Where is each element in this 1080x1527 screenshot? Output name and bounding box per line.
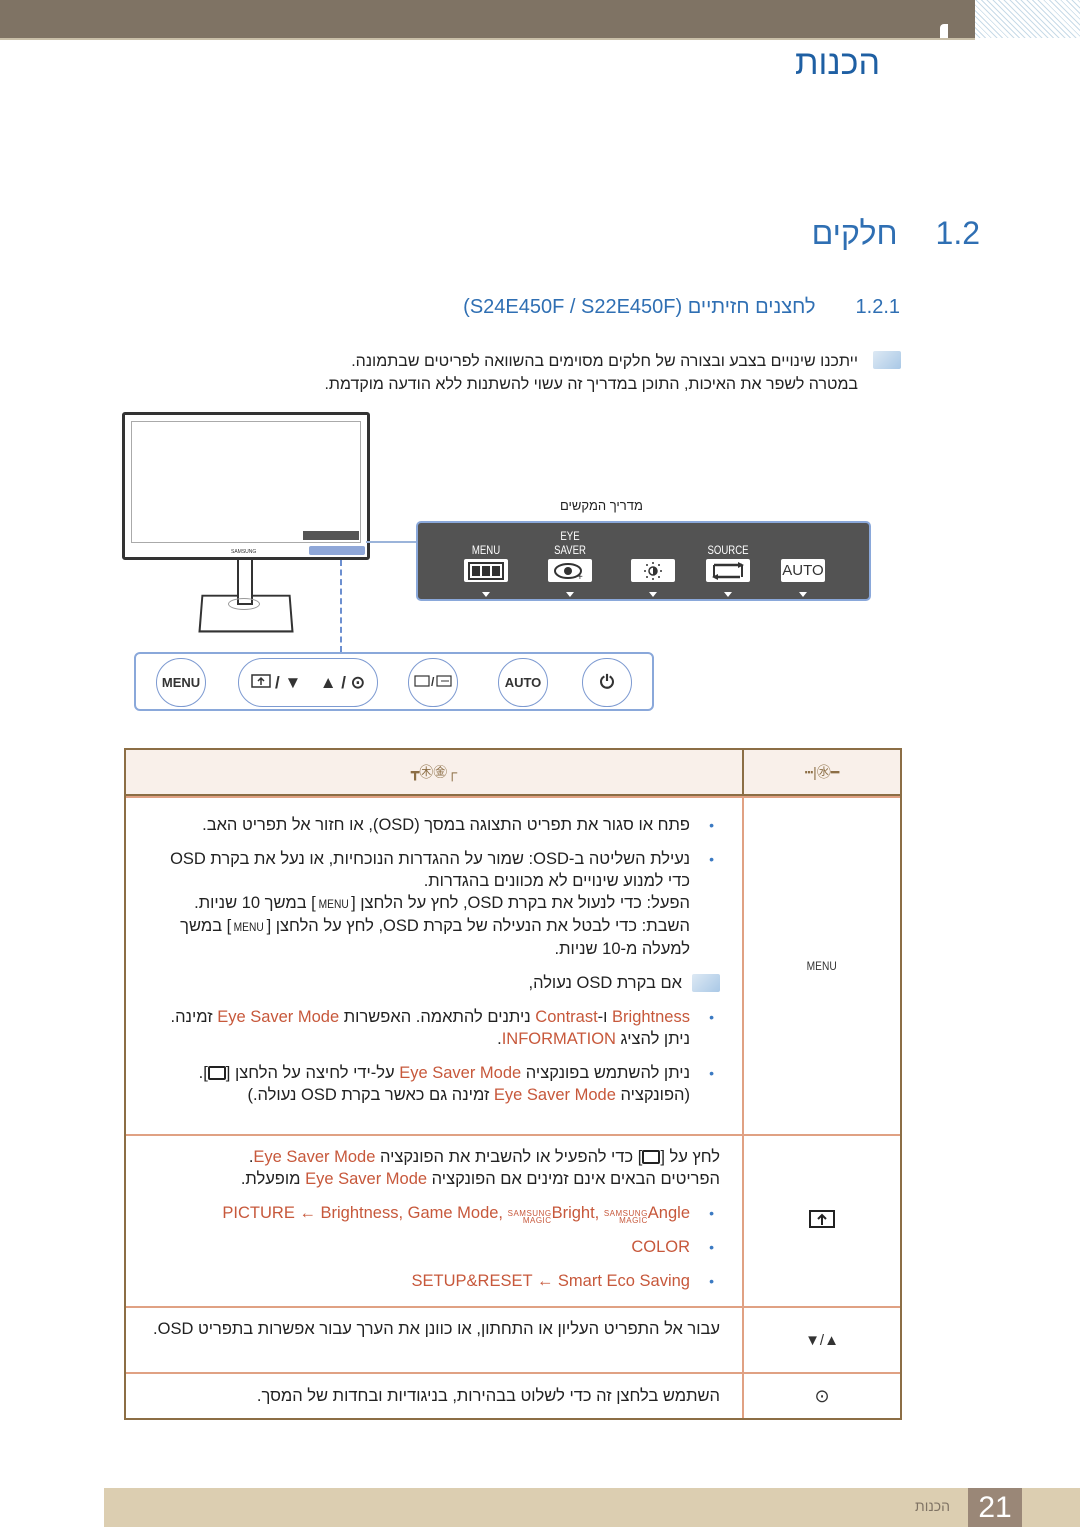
down-arrow-icon bbox=[799, 592, 807, 597]
row-description: פתח או סגור את תפריט התצוגה במסך (OSD), … bbox=[126, 798, 742, 1134]
header-bar bbox=[0, 0, 975, 38]
row-description: לחץ על [] כדי להפעיל או להשבית את הפונקצ… bbox=[126, 1136, 742, 1306]
eye-saver-key-icon bbox=[642, 1150, 661, 1164]
row-description: השתמש בלחצן זה כדי לשלוט בבהירות, בניגוד… bbox=[256, 1387, 720, 1405]
guide-key-source: SOURCE bbox=[698, 523, 758, 603]
eye-saver-paragraph: לחץ על [] כדי להפעיל או להשבית את הפונקצ… bbox=[240, 1148, 720, 1188]
subsection-title: לחצנים חזיתיים (S24E450F / S22E450F) bbox=[463, 296, 816, 318]
down-arrow-icon bbox=[482, 592, 490, 597]
header-col-icon: ━㊌|┅ bbox=[742, 750, 900, 794]
down-arrow-icon bbox=[649, 592, 657, 597]
menu-button[interactable]: MENU bbox=[156, 658, 206, 707]
section-title: חלקים bbox=[811, 215, 898, 251]
guide-key-eye-saver: EYE SAVER + bbox=[540, 523, 600, 603]
header-hatch-pattern bbox=[975, 0, 1080, 38]
power-icon: ⏻ bbox=[599, 672, 615, 692]
brightness-icon bbox=[631, 559, 675, 582]
row-description: עבור אל התפריט העליון או התחתון, או כוונ… bbox=[153, 1320, 720, 1338]
eye-saver-key-icon bbox=[809, 1210, 835, 1232]
table-row: ⊙ השתמש בלחצן זה כדי לשלוט בבהירות, בניג… bbox=[126, 1372, 900, 1418]
monitor-buttons-mini bbox=[309, 546, 365, 555]
monitor-logo: SAMSUNG bbox=[231, 549, 257, 555]
eye-saver-key-icon bbox=[207, 1066, 226, 1080]
row-key-up-down: ▲/▼ bbox=[742, 1308, 900, 1372]
menu-grid-icon bbox=[464, 559, 508, 582]
samsung-magic-logo: SAMSUNG MAGIC bbox=[507, 1209, 552, 1225]
note-line-2: במטרה לשפר את האיכות, התוכן במדריך זה עש… bbox=[324, 376, 858, 393]
chapter-title: הכנות bbox=[795, 44, 880, 82]
callout-line-guide bbox=[366, 541, 418, 543]
footer-chapter: הכנות bbox=[915, 1498, 950, 1514]
bullet: COLOR bbox=[146, 1236, 720, 1258]
note-line-1: ייתכנו שינויים בצבע ובצורה של חלקים מסוי… bbox=[351, 353, 858, 370]
section-heading: 1.2 חלקים bbox=[812, 215, 980, 252]
note-icon bbox=[873, 351, 901, 369]
subsection-number: 1.2.1 bbox=[855, 296, 900, 318]
note-icon bbox=[692, 974, 720, 992]
bullet: Brightness ו-Contrast ניתנים להתאמה. האפ… bbox=[146, 1006, 720, 1050]
down-arrow-icon bbox=[724, 592, 732, 597]
power-button[interactable]: ⏻ bbox=[582, 658, 632, 707]
monitor-screen bbox=[131, 421, 361, 543]
monitor-stand-ring bbox=[228, 598, 260, 610]
svg-text:+: + bbox=[577, 572, 583, 581]
front-buttons-panel: MENU / ▼ ▲ / ⊙ / AUTO ⏻ bbox=[134, 652, 654, 711]
source-button-icon: / bbox=[413, 674, 453, 691]
monitor-key-guide-mini bbox=[303, 531, 359, 540]
monitor-illustration: SAMSUNG bbox=[122, 412, 370, 560]
key-guide-panel: MENU EYE SAVER + SOURCE AUTO bbox=[416, 521, 871, 601]
eye-saver-button-icon bbox=[251, 674, 271, 691]
table-header: ━㊌|┅ ┌㊍㊎┳ bbox=[126, 750, 900, 796]
auto-icon: AUTO bbox=[781, 559, 825, 582]
table-row: MENU פתח או סגור את תפריט התצוגה במסך (O… bbox=[126, 796, 900, 1134]
guide-key-brightness bbox=[623, 523, 683, 603]
eye-saver-icon: + bbox=[548, 559, 592, 582]
header-rule bbox=[0, 38, 975, 40]
bullet: SETUP&RESET ← Smart Eco Saving bbox=[146, 1270, 720, 1292]
auto-button[interactable]: AUTO bbox=[498, 658, 548, 707]
header-col-description: ┌㊍㊎┳ bbox=[410, 764, 458, 780]
source-icon bbox=[706, 559, 750, 582]
bullet: נעילת השליטה ב-OSD: שמור על ההגדרות הנוכ… bbox=[146, 848, 720, 960]
svg-text:/: / bbox=[431, 675, 435, 688]
bullet: ניתן להשתמש בפונקציה Eye Saver Mode על-י… bbox=[146, 1062, 720, 1106]
bullet: פתח או סגור את תפריט התצוגה במסך (OSD), … bbox=[146, 814, 720, 836]
down-arrow-icon bbox=[566, 592, 574, 597]
guide-key-menu: MENU bbox=[456, 523, 516, 603]
note-text: ייתכנו שינויים בצבע ובצורה של חלקים מסוי… bbox=[158, 350, 858, 396]
bullet: PICTURE ← Brightness, Game Mode, SAMSUNG… bbox=[146, 1202, 720, 1225]
callout-line-buttons bbox=[340, 560, 342, 652]
row-key-eye-saver bbox=[742, 1136, 900, 1306]
buttons-table: ━㊌|┅ ┌㊍㊎┳ MENU פתח או סגור את תפריט התצו… bbox=[124, 748, 902, 1420]
eye-saver-down-up-button[interactable]: / ▼ ▲ / ⊙ bbox=[238, 658, 378, 707]
table-row: ▲/▼ עבור אל התפריט העליון או התחתון, או … bbox=[126, 1306, 900, 1372]
subsection-heading: 1.2.1 לחצנים חזיתיים (S24E450F / S22E450… bbox=[463, 296, 900, 319]
row-key-menu: MENU bbox=[742, 798, 900, 1134]
row-key-enter: ⊙ bbox=[742, 1374, 900, 1418]
table-row: לחץ על [] כדי להפעיל או להשבית את הפונקצ… bbox=[126, 1134, 900, 1306]
section-number: 1.2 bbox=[935, 215, 980, 251]
page-number: 21 bbox=[968, 1488, 1022, 1527]
key-guide-label: מדריך המקשים bbox=[560, 498, 643, 513]
locked-note: אם בקרת OSD נעולה, bbox=[146, 972, 720, 994]
source-enter-button[interactable]: / bbox=[408, 658, 458, 707]
guide-key-auto: AUTO bbox=[773, 523, 833, 603]
samsung-magic-logo: SAMSUNG MAGIC bbox=[603, 1209, 648, 1225]
header-tab-notch bbox=[940, 24, 948, 38]
